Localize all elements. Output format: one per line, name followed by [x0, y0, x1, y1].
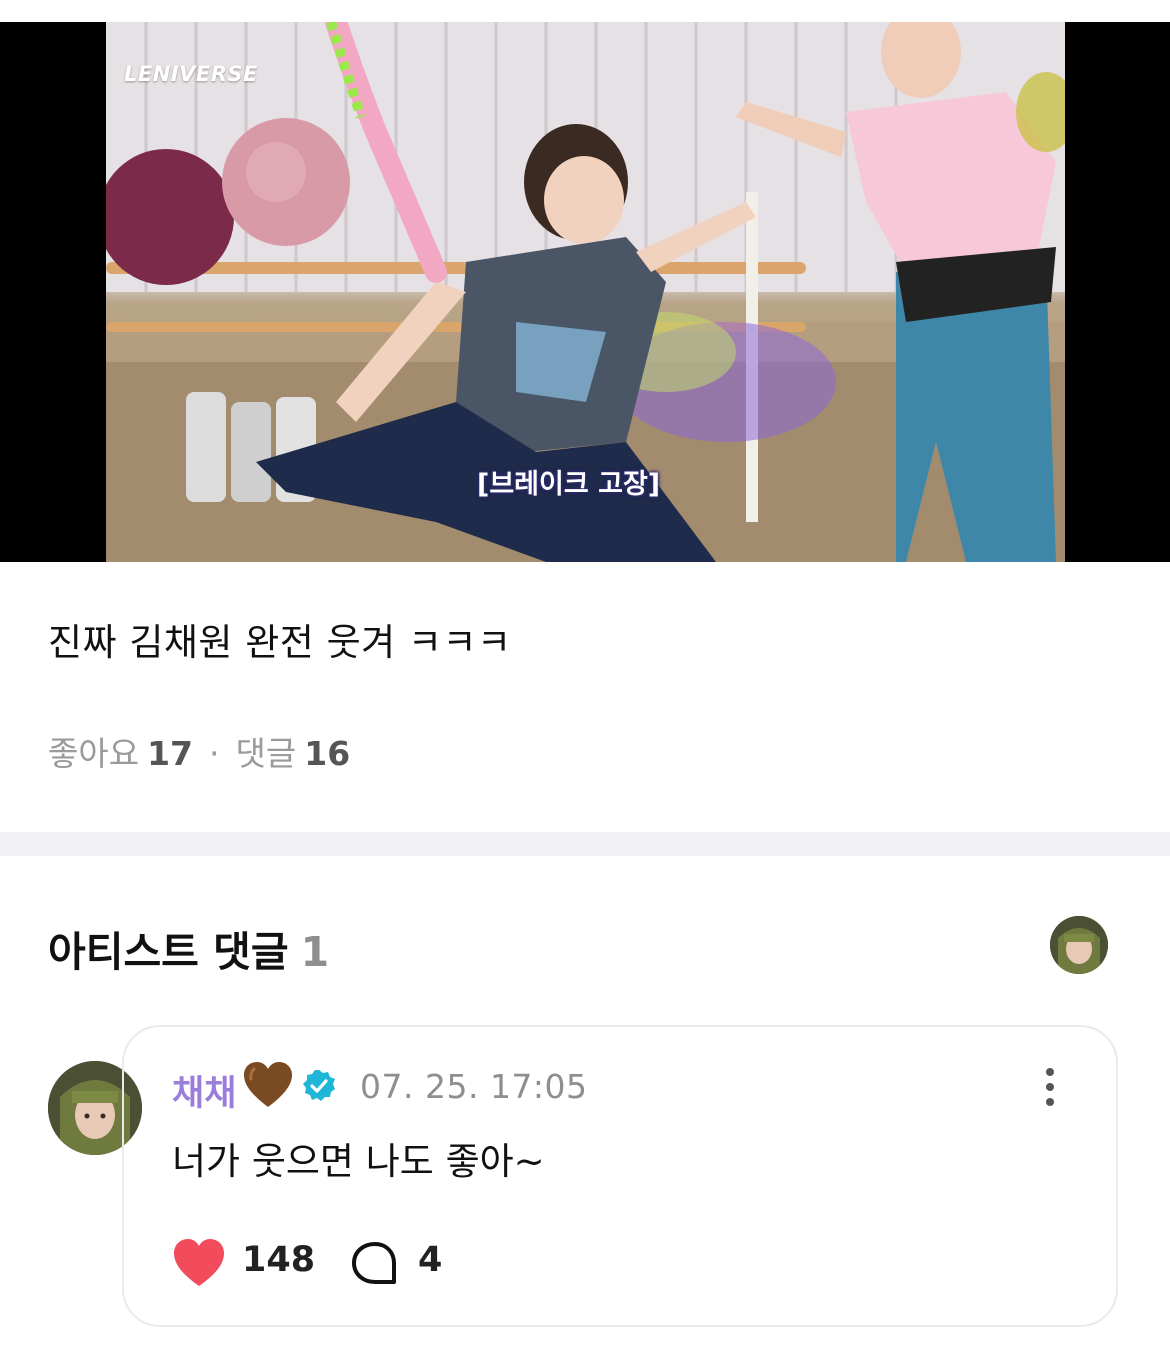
- artist-avatar-thumb[interactable]: [1050, 916, 1108, 974]
- post-media[interactable]: LENIVERSE [브레이크 고장]: [0, 22, 1170, 562]
- comments-count[interactable]: 16: [304, 734, 350, 773]
- section-divider: [0, 832, 1170, 856]
- channel-logo: LENIVERSE: [124, 62, 258, 86]
- brown-heart-icon: [244, 1062, 292, 1107]
- meta-separator: ·: [209, 734, 220, 773]
- artist-comments-count: 1: [300, 928, 330, 976]
- artist-comment-card: 채채 07. 25. 17:05 너가 웃으면 나도 좋아~ 148 4: [122, 1025, 1118, 1327]
- post-stats: 좋아요 17 · 댓글 16: [48, 727, 350, 775]
- video-subtitle: [브레이크 고장]: [477, 469, 661, 500]
- artist-avatar-image: [1050, 916, 1108, 974]
- comment-author-name[interactable]: 채채: [172, 1065, 236, 1116]
- likes-count[interactable]: 17: [147, 734, 193, 773]
- more-options-icon[interactable]: [1040, 1067, 1060, 1107]
- like-heart-icon[interactable]: [172, 1238, 226, 1288]
- artist-comments-title: 아티스트 댓글 1: [48, 918, 329, 978]
- comment-body: 너가 웃으면 나도 좋아~: [172, 1140, 545, 1183]
- comments-label[interactable]: 댓글: [236, 734, 297, 773]
- like-count: 148: [242, 1240, 316, 1280]
- reply-count: 4: [418, 1240, 443, 1280]
- post-body: 진짜 김채원 완전 웃겨 ㅋㅋㅋ: [48, 621, 512, 664]
- reply-bubble-icon[interactable]: [350, 1240, 400, 1288]
- comment-timestamp: 07. 25. 17:05: [360, 1067, 588, 1106]
- video-frame[interactable]: LENIVERSE [브레이크 고장]: [106, 22, 1065, 562]
- verified-badge-icon: [303, 1070, 335, 1101]
- artist-comments-label: 아티스트 댓글: [48, 928, 289, 976]
- likes-label[interactable]: 좋아요: [48, 734, 139, 773]
